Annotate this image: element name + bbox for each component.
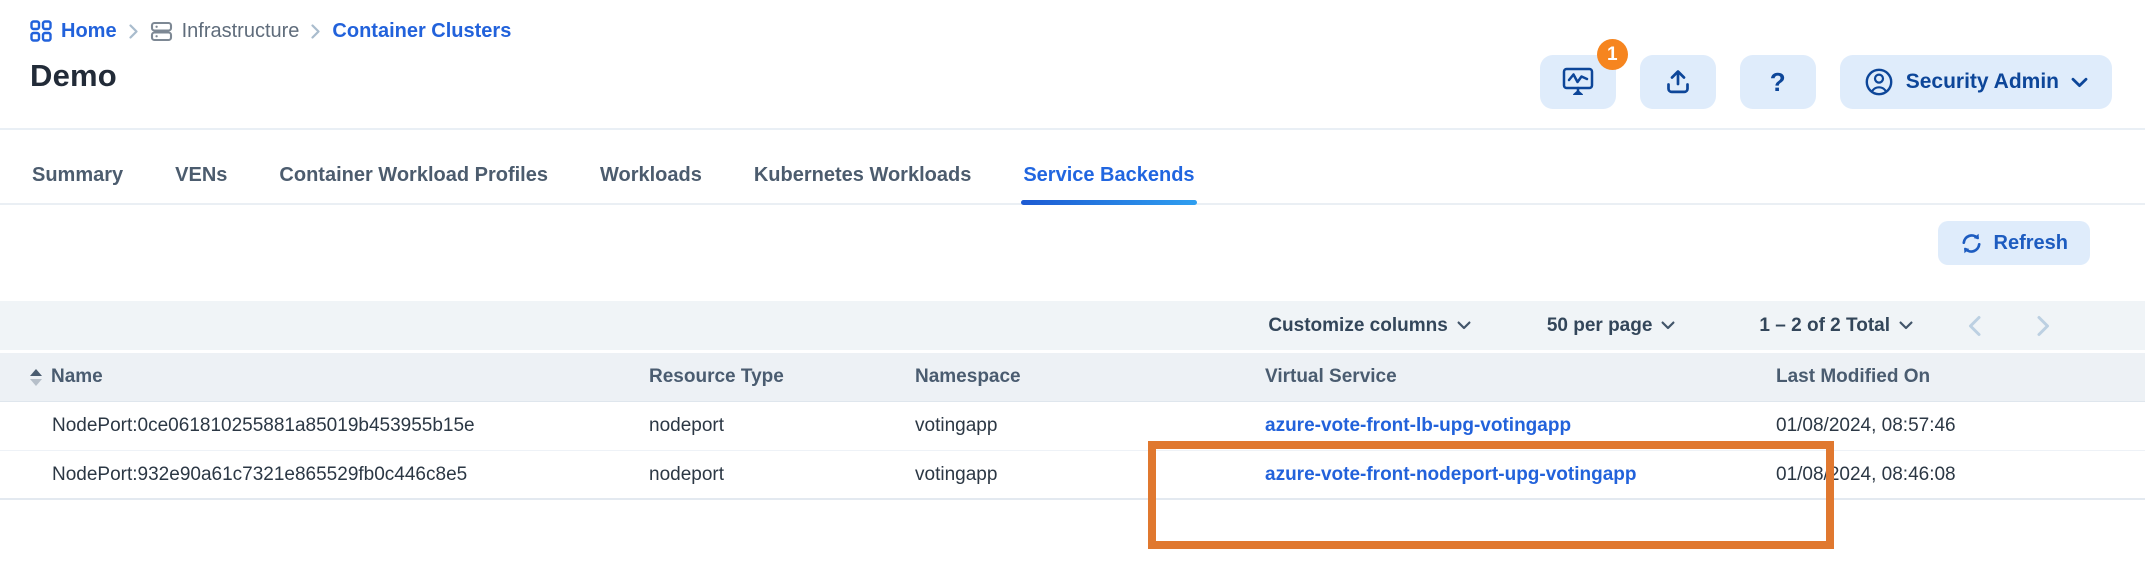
help-button[interactable]: ? [1740,55,1816,109]
table-row: NodePort:0ce061810255881a85019b453955b15… [0,402,2145,451]
cell-name: NodePort:932e90a61c7321e865529fb0c446c8e… [30,464,649,486]
table-header-row: Name Resource Type Namespace Virtual Ser… [0,353,2145,402]
refresh-button[interactable]: Refresh [1938,221,2090,265]
header-actions: 1 ? Security Admin [1540,55,2112,109]
column-header-virtual-service: Virtual Service [1265,366,1776,388]
column-header-last-modified-on: Last Modified On [1776,366,2115,388]
refresh-arrows-icon [1960,232,1983,255]
tab-vens[interactable]: VENs [173,150,229,203]
table-row: NodePort:932e90a61c7321e865529fb0c446c8e… [0,451,2145,500]
chevron-down-icon [1457,321,1471,330]
breadcrumb-infrastructure[interactable]: Infrastructure [150,20,300,43]
column-header-name[interactable]: Name [30,366,649,388]
chevron-down-icon [1899,321,1913,330]
notification-badge: 1 [1597,39,1628,70]
virtual-service-link[interactable]: azure-vote-front-nodeport-upg-votingapp [1265,464,1637,485]
tab-container-workload-profiles[interactable]: Container Workload Profiles [277,150,550,203]
cell-namespace: votingapp [915,464,1265,486]
column-header-resource-type: Resource Type [649,366,915,388]
refresh-row: Refresh [0,221,2145,265]
cell-name: NodePort:0ce061810255881a85019b453955b15… [30,415,649,437]
chevron-right-icon [129,24,138,39]
breadcrumb-home[interactable]: Home [30,20,117,43]
breadcrumb-container-clusters[interactable]: Container Clusters [332,20,511,43]
per-page-label: 50 per page [1547,315,1653,337]
tab-service-backends[interactable]: Service Backends [1021,150,1196,203]
grid-icon [30,20,52,42]
table-toolbar: Customize columns 50 per page 1 – 2 of 2… [0,301,2145,350]
tab-kubernetes-workloads[interactable]: Kubernetes Workloads [752,150,973,203]
next-page-button[interactable] [2036,315,2051,337]
person-circle-icon [1864,67,1894,97]
chevron-right-icon [311,24,320,39]
virtual-service-link[interactable]: azure-vote-front-lb-upg-votingapp [1265,415,1571,436]
total-count-label: 1 – 2 of 2 Total [1759,315,1890,337]
server-stack-icon [150,20,173,43]
cell-last-modified-on: 01/08/2024, 08:46:08 [1776,464,2115,486]
chevron-down-icon [1661,321,1675,330]
chevron-down-icon [2071,77,2088,88]
cell-last-modified-on: 01/08/2024, 08:57:46 [1776,415,2115,437]
chevron-left-icon [1967,315,1982,337]
total-count-dropdown[interactable]: 1 – 2 of 2 Total [1759,315,1913,337]
breadcrumb-home-label: Home [61,20,117,43]
column-header-name-label: Name [51,366,103,388]
previous-page-button[interactable] [1967,315,1982,337]
cell-resource-type: nodeport [649,415,915,437]
health-monitor-button[interactable]: 1 [1540,55,1616,109]
column-header-namespace: Namespace [915,366,1265,388]
page-header: Home Infrastructure Contai [0,0,2145,130]
cell-namespace: votingapp [915,415,1265,437]
tab-bar: Summary VENs Container Workload Profiles… [0,150,2145,205]
customize-columns-dropdown[interactable]: Customize columns [1268,315,1470,337]
breadcrumb-container-clusters-label: Container Clusters [332,20,511,43]
cell-resource-type: nodeport [649,464,915,486]
question-mark-icon: ? [1770,67,1786,98]
breadcrumb: Home Infrastructure Contai [30,16,2112,46]
chevron-right-icon [2036,315,2051,337]
tab-summary[interactable]: Summary [30,150,125,203]
refresh-button-label: Refresh [1994,232,2068,255]
monitor-pulse-icon [1562,67,1594,97]
user-menu-label: Security Admin [1906,70,2059,94]
customize-columns-label: Customize columns [1268,315,1447,337]
sort-arrows-icon [30,369,42,386]
breadcrumb-infrastructure-label: Infrastructure [182,20,300,43]
tab-workloads[interactable]: Workloads [598,150,704,203]
upload-icon [1664,68,1692,96]
user-menu-button[interactable]: Security Admin [1840,55,2112,109]
per-page-dropdown[interactable]: 50 per page [1547,315,1676,337]
export-button[interactable] [1640,55,1716,109]
